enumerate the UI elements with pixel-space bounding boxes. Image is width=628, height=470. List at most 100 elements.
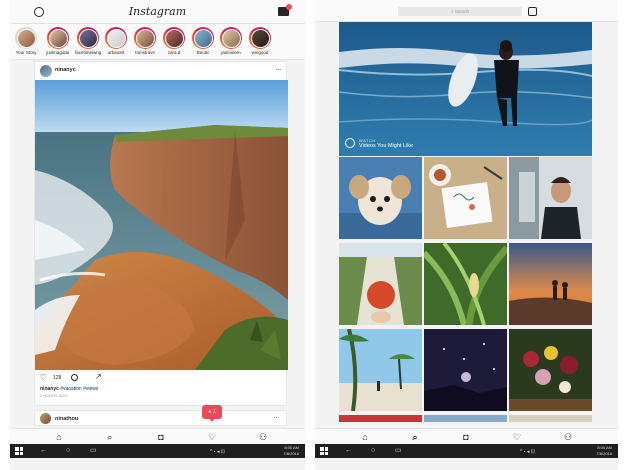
windows-taskbar: ← ○ ▭ ^ ▪ ◂ ⊡ 8:00 AM 7/8/2016 bbox=[10, 444, 305, 458]
heart-icon[interactable]: ♡ bbox=[206, 431, 218, 443]
story-item[interactable]: Boutic bbox=[190, 27, 216, 55]
igtv-icon[interactable] bbox=[528, 7, 537, 16]
instagram-logo: Instagram bbox=[128, 5, 187, 18]
post-timestamp: 2 HOURS AGO bbox=[40, 393, 68, 398]
explore-screen: ⌕ Search WATCH Videos You Might Like ⌂ ⌕… bbox=[315, 0, 618, 470]
notification-pointer bbox=[209, 418, 215, 422]
avatar[interactable] bbox=[40, 413, 51, 424]
clock-time: 8:00 AM bbox=[597, 445, 612, 450]
story-item[interactable]: wingood bbox=[247, 27, 273, 55]
explore-grid bbox=[339, 157, 592, 422]
clock: 8:00 AM 7/8/2016 bbox=[283, 445, 299, 456]
avatar bbox=[106, 28, 126, 48]
grid-photo-dog[interactable] bbox=[339, 157, 422, 239]
task-view-icon[interactable]: ▭ bbox=[395, 446, 402, 456]
story-name: justinagotar bbox=[46, 50, 70, 55]
avatar bbox=[193, 28, 213, 48]
grid-photo-corn[interactable] bbox=[424, 243, 507, 325]
avatar[interactable] bbox=[40, 65, 52, 77]
avatar bbox=[250, 28, 270, 48]
task-view-icon[interactable]: ▭ bbox=[90, 446, 97, 456]
post-photo[interactable] bbox=[35, 80, 288, 370]
back-arrow-icon[interactable]: ← bbox=[345, 446, 352, 456]
share-icon[interactable]: ↗ bbox=[95, 372, 102, 381]
post-header: ninanyc … bbox=[35, 62, 288, 80]
comment-icon[interactable] bbox=[71, 374, 78, 381]
cortana-search-icon[interactable]: ○ bbox=[66, 446, 70, 456]
home-icon[interactable]: ⌂ bbox=[53, 431, 65, 443]
grid-photo-man-window[interactable] bbox=[509, 157, 592, 239]
activity-notification-badge[interactable]: ● 1 bbox=[202, 405, 222, 419]
avatar bbox=[164, 28, 184, 48]
top-bar: Instagram bbox=[10, 0, 305, 24]
cortana-search-icon[interactable]: ○ bbox=[371, 446, 375, 456]
post-username[interactable]: ninathou bbox=[55, 416, 78, 422]
like-heart-icon[interactable]: ♡ bbox=[40, 373, 47, 382]
grid-photo-night-sky[interactable] bbox=[424, 329, 507, 411]
grid-photo-sunset-couple[interactable] bbox=[509, 243, 592, 325]
story-name: jasminem bbox=[221, 50, 241, 55]
avatar bbox=[221, 28, 241, 48]
avatar bbox=[16, 28, 36, 48]
story-item[interactable]: zara.d bbox=[161, 27, 187, 55]
search-icon: ⌕ bbox=[450, 9, 454, 14]
story-name: Boutic bbox=[196, 50, 210, 55]
camera-icon[interactable]: ◘ bbox=[460, 431, 472, 443]
notification-count: 1 bbox=[212, 409, 216, 415]
system-tray-icons[interactable]: ^ ▪ ◂ ⊡ bbox=[520, 447, 535, 457]
inbox-badge bbox=[286, 4, 292, 10]
explore-video-card[interactable]: WATCH Videos You Might Like bbox=[338, 22, 593, 156]
grid-photo-sketchbook[interactable] bbox=[424, 157, 507, 239]
avatar bbox=[78, 28, 98, 48]
back-arrow-icon[interactable]: ← bbox=[40, 446, 47, 456]
story-item[interactable]: facetimeiwngs bbox=[75, 27, 101, 55]
windows-start-icon[interactable] bbox=[15, 447, 23, 455]
story-item[interactable]: Your Story bbox=[13, 27, 39, 55]
windows-taskbar: ← ○ ▭ ^ ▪ ◂ ⊡ 8:00 AM 7/8/2016 bbox=[315, 444, 618, 458]
story-name: zara.d bbox=[167, 50, 181, 55]
like-count: 128 bbox=[53, 375, 62, 381]
story-item[interactable]: jasminem bbox=[218, 27, 244, 55]
profile-icon[interactable]: ⚇ bbox=[562, 431, 574, 443]
camera-icon[interactable]: ◘ bbox=[155, 431, 167, 443]
home-icon[interactable]: ⌂ bbox=[359, 431, 371, 443]
bottom-nav: ⌂ ⌕ ◘ ♡ ⚇ bbox=[10, 428, 305, 444]
top-bar: ⌕ Search bbox=[315, 0, 618, 22]
grid-photo-partial[interactable] bbox=[339, 415, 422, 422]
post-caption: ninanyc #vacation #views bbox=[40, 386, 98, 392]
story-name: facetimeiwngs bbox=[75, 50, 101, 55]
post-username[interactable]: ninanyc bbox=[55, 67, 76, 73]
system-tray-icons[interactable]: ^ ▪ ◂ ⊡ bbox=[210, 447, 225, 457]
grid-photo-balloon[interactable] bbox=[339, 243, 422, 325]
clock: 8:00 AM 7/8/2016 bbox=[596, 445, 612, 456]
caption-username[interactable]: ninanyc bbox=[40, 386, 59, 392]
avatar bbox=[135, 28, 155, 48]
grid-photo-partial[interactable] bbox=[424, 415, 507, 422]
search-icon[interactable]: ⌕ bbox=[409, 431, 421, 443]
clock-time: 8:00 AM bbox=[284, 445, 299, 450]
windows-start-icon[interactable] bbox=[320, 447, 328, 455]
play-icon[interactable] bbox=[345, 138, 355, 148]
video-thumbnail bbox=[338, 22, 593, 156]
more-options-icon[interactable]: … bbox=[275, 65, 282, 72]
story-item[interactable]: urbanart bbox=[103, 27, 129, 55]
avatar bbox=[48, 28, 68, 48]
story-name: tomstravs bbox=[135, 50, 155, 55]
heart-icon[interactable]: ♡ bbox=[511, 431, 523, 443]
search-icon[interactable]: ⌕ bbox=[104, 431, 116, 443]
profile-icon[interactable]: ⚇ bbox=[257, 431, 269, 443]
clock-date: 7/8/2016 bbox=[283, 450, 299, 456]
grid-photo-partial[interactable] bbox=[509, 415, 592, 422]
story-item[interactable]: tomstravs bbox=[132, 27, 158, 55]
grid-photo-flowers[interactable] bbox=[509, 329, 592, 411]
video-title: Videos You Might Like bbox=[359, 143, 414, 149]
search-input[interactable]: ⌕ Search bbox=[398, 7, 522, 16]
story-name: Your Story bbox=[15, 50, 37, 55]
caption-hashtags[interactable]: #vacation #views bbox=[60, 386, 98, 392]
post-actions: ♡ 128 ↗ bbox=[35, 372, 288, 384]
more-options-icon[interactable]: … bbox=[273, 413, 280, 420]
user-icon: ● bbox=[208, 409, 212, 415]
story-item[interactable]: justinagotar bbox=[45, 27, 71, 55]
grid-photo-beach-palm[interactable] bbox=[339, 329, 422, 411]
stories-tray: Your Story justinagotar facetimeiwngs ur… bbox=[10, 24, 305, 60]
